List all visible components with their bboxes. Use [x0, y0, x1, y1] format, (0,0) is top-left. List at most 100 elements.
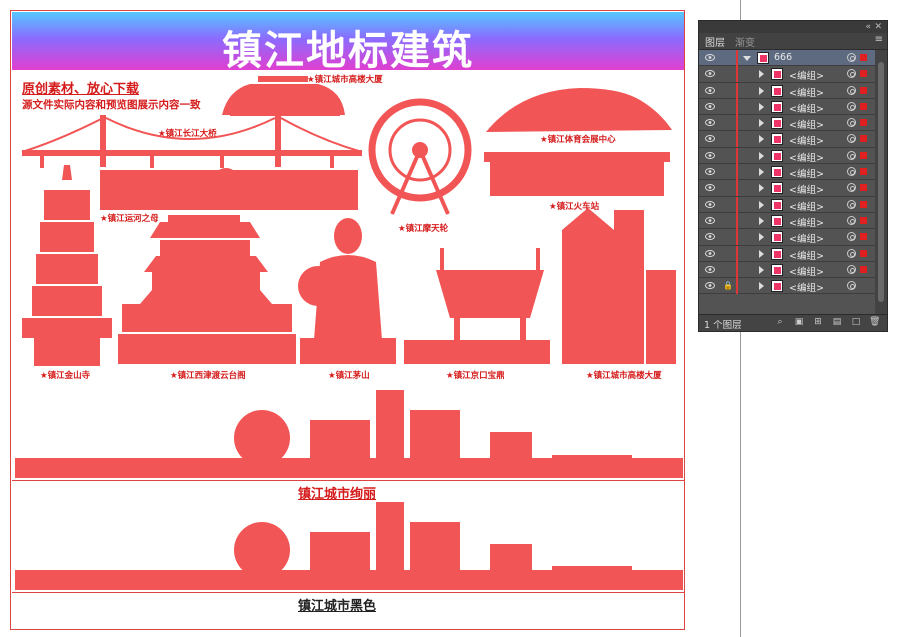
expand-triangle-icon[interactable]: [759, 70, 764, 79]
visibility-eye-icon[interactable]: [705, 200, 715, 208]
group-name[interactable]: <编组>: [789, 280, 824, 294]
expand-triangle-icon[interactable]: [759, 200, 764, 209]
target-circle-icon[interactable]: [847, 248, 856, 258]
expand-triangle-icon[interactable]: [759, 151, 764, 160]
panel-menu-icon[interactable]: ≡: [875, 34, 883, 45]
target-circle-icon[interactable]: [847, 264, 856, 274]
group-row[interactable]: 🔒 <编组>: [699, 278, 875, 295]
selection-indicator[interactable]: [860, 265, 867, 273]
expand-triangle-icon[interactable]: [759, 119, 764, 128]
layer-row[interactable]: 666: [699, 50, 875, 67]
expand-triangle-icon[interactable]: [759, 249, 764, 258]
group-name[interactable]: <编组>: [789, 101, 824, 115]
group-row[interactable]: <编组>: [699, 245, 875, 262]
group-name[interactable]: <编组>: [789, 231, 824, 245]
target-circle-icon[interactable]: [847, 150, 856, 160]
group-name[interactable]: <编组>: [789, 166, 824, 180]
sublayer-icon[interactable]: ⊞: [813, 318, 823, 327]
visibility-eye-icon[interactable]: [705, 168, 715, 176]
target-circle-icon[interactable]: [847, 134, 856, 144]
group-row[interactable]: <编组>: [699, 115, 875, 132]
group-row[interactable]: <编组>: [699, 164, 875, 181]
target-circle-icon[interactable]: [847, 167, 856, 177]
group-name[interactable]: <编组>: [789, 199, 824, 213]
panel-titlebar[interactable]: « ✕: [699, 21, 887, 33]
target-circle-icon[interactable]: [847, 232, 856, 242]
target-circle-icon[interactable]: [847, 85, 856, 95]
group-row[interactable]: <编组>: [699, 261, 875, 279]
selection-indicator[interactable]: [860, 102, 867, 110]
scrollbar-thumb[interactable]: [878, 62, 884, 302]
group-name[interactable]: <编组>: [789, 248, 824, 262]
target-circle-icon[interactable]: [847, 101, 856, 111]
selection-indicator[interactable]: [860, 200, 867, 208]
visibility-eye-icon[interactable]: [705, 216, 715, 224]
selection-indicator[interactable]: [860, 233, 867, 241]
layer-list[interactable]: 666 <编组> <编组> <编组> <编组> <编组> <编组> <编组> <编组> <编组>…: [699, 50, 875, 295]
visibility-eye-icon[interactable]: [705, 282, 715, 290]
scrollbar[interactable]: [875, 50, 887, 314]
selection-indicator[interactable]: [860, 168, 867, 176]
group-name[interactable]: <编组>: [789, 133, 824, 147]
expand-triangle-icon[interactable]: [759, 265, 764, 274]
group-row[interactable]: <编组>: [699, 212, 875, 230]
target-circle-icon[interactable]: [847, 215, 856, 225]
trash-icon[interactable]: 🗑: [869, 318, 880, 327]
collapse-icon[interactable]: «: [865, 21, 871, 33]
expand-triangle-icon[interactable]: [759, 102, 764, 111]
group-name[interactable]: <编组>: [789, 264, 824, 278]
close-icon[interactable]: ✕: [874, 21, 882, 33]
layers-panel[interactable]: « ✕ 图层 渐变 ≡ 666 <编组> <编组> <编组> <编组> <编组> <编组>…: [698, 20, 888, 332]
search-icon[interactable]: ⌕: [775, 318, 785, 327]
group-row[interactable]: <编组>: [699, 147, 875, 165]
group-row[interactable]: <编组>: [699, 229, 875, 246]
selection-indicator[interactable]: [860, 119, 867, 127]
group-name[interactable]: <编组>: [789, 117, 824, 131]
expand-triangle-icon[interactable]: [759, 168, 764, 177]
visibility-eye-icon[interactable]: [705, 70, 715, 78]
layer-name[interactable]: 666: [774, 52, 792, 63]
expand-triangle-icon[interactable]: [759, 233, 764, 242]
visibility-eye-icon[interactable]: [705, 184, 715, 192]
expand-triangle-icon[interactable]: [759, 282, 764, 291]
visibility-eye-icon[interactable]: [705, 249, 715, 257]
selection-indicator[interactable]: [860, 216, 867, 224]
group-name[interactable]: <编组>: [789, 182, 824, 196]
selection-indicator[interactable]: [860, 249, 867, 257]
visibility-eye-icon[interactable]: [705, 102, 715, 110]
new-layer-icon[interactable]: ▤: [832, 318, 842, 327]
target-circle-icon[interactable]: [847, 69, 856, 79]
expand-triangle-icon[interactable]: [759, 216, 764, 225]
target-circle-icon[interactable]: [847, 118, 856, 128]
selection-indicator[interactable]: [860, 184, 867, 192]
group-name[interactable]: <编组>: [789, 85, 824, 99]
target-circle-icon[interactable]: [847, 199, 856, 209]
visibility-eye-icon[interactable]: [705, 265, 715, 273]
target-circle-icon[interactable]: [847, 53, 856, 62]
expand-triangle-icon[interactable]: [759, 86, 764, 95]
export-icon[interactable]: ▣: [794, 318, 804, 327]
group-row[interactable]: <编组>: [699, 196, 875, 213]
selection-indicator[interactable]: [860, 86, 867, 94]
group-row[interactable]: <编组>: [699, 98, 875, 116]
visibility-eye-icon[interactable]: [705, 54, 715, 61]
expand-triangle-icon[interactable]: [759, 135, 764, 144]
new-page-icon[interactable]: □: [851, 318, 861, 327]
group-name[interactable]: <编组>: [789, 215, 824, 229]
visibility-eye-icon[interactable]: [705, 119, 715, 127]
tab-gradient[interactable]: 渐变: [735, 34, 755, 49]
group-row[interactable]: <编组>: [699, 66, 875, 83]
visibility-eye-icon[interactable]: [705, 233, 715, 241]
group-row[interactable]: <编组>: [699, 180, 875, 197]
expand-triangle-icon[interactable]: [743, 56, 751, 61]
lock-icon[interactable]: 🔒: [721, 278, 735, 294]
expand-triangle-icon[interactable]: [759, 184, 764, 193]
group-name[interactable]: <编组>: [789, 68, 824, 82]
target-circle-icon[interactable]: [847, 183, 856, 193]
visibility-eye-icon[interactable]: [705, 86, 715, 94]
group-row[interactable]: <编组>: [699, 131, 875, 148]
selection-indicator[interactable]: [860, 54, 867, 61]
visibility-eye-icon[interactable]: [705, 135, 715, 143]
group-row[interactable]: <编组>: [699, 82, 875, 99]
tab-layers[interactable]: 图层: [705, 34, 725, 49]
